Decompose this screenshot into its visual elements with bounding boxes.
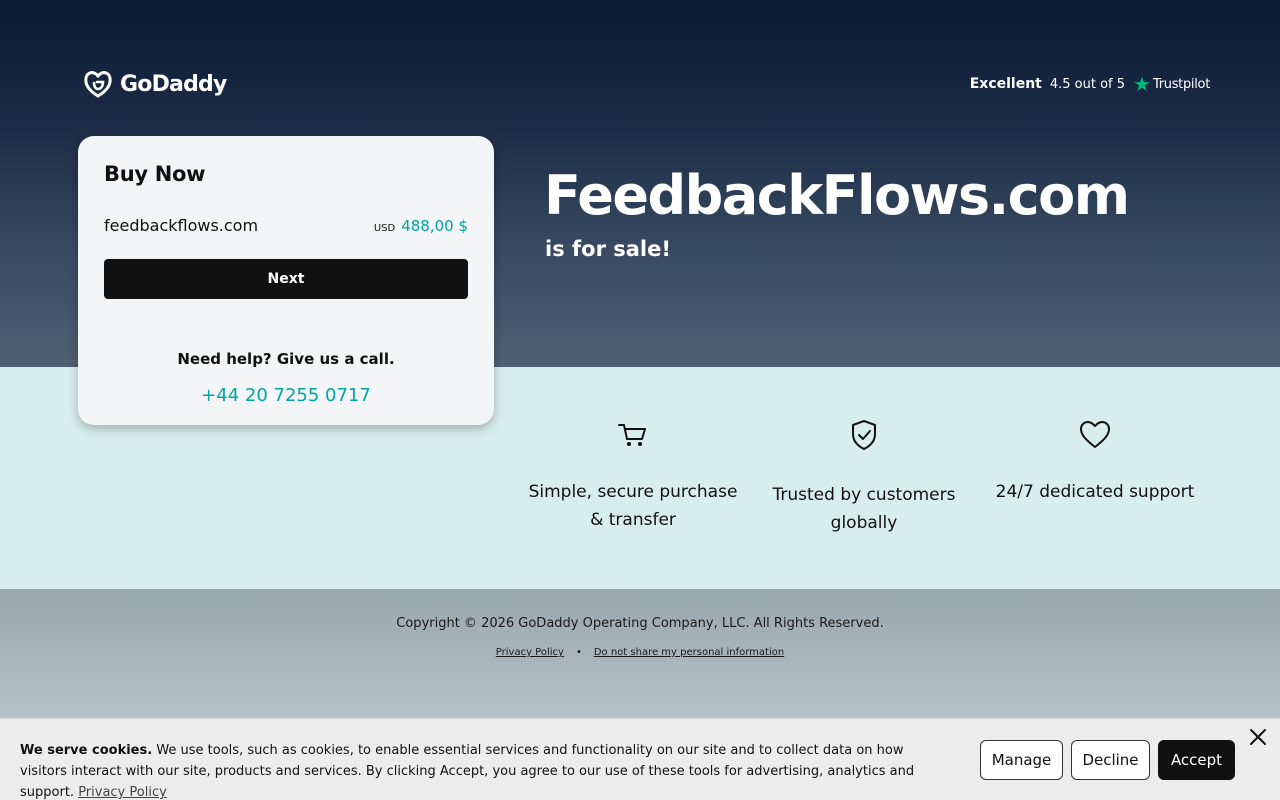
feature-secure: Simple, secure purchase & transfer [523, 418, 743, 534]
domain-name: feedbackflows.com [104, 216, 259, 235]
trustpilot-brand: Trustpilot [1152, 76, 1210, 92]
card-title: Buy Now [104, 162, 206, 186]
price: USD 488,00 $ [374, 217, 468, 235]
next-button[interactable]: Next [104, 259, 468, 299]
link-separator: • [575, 647, 582, 658]
domain-headline: FeedbackFlows.com [544, 164, 1130, 227]
domain-row: feedbackflows.com USD 488,00 $ [104, 216, 468, 235]
feature-text: Simple, secure purchase & transfer [528, 482, 738, 530]
accept-button[interactable]: Accept [1158, 740, 1235, 780]
footer-links: Privacy Policy • Do not share my persona… [0, 647, 1280, 658]
decline-button[interactable]: Decline [1071, 740, 1150, 780]
cookie-heading: We serve cookies. [20, 743, 153, 758]
trust-excellent: Excellent [969, 76, 1042, 92]
cookie-privacy-link[interactable]: Privacy Policy [78, 785, 167, 800]
for-sale-subhead: is for sale! [545, 237, 671, 261]
feature-text: Trusted by customers globally [772, 485, 956, 533]
feature-support: 24/7 dedicated support [985, 418, 1205, 506]
close-icon[interactable] [1248, 727, 1268, 747]
phone-link[interactable]: +44 20 7255 0717 [78, 385, 494, 406]
shield-check-icon [852, 420, 876, 450]
trust-rating: 4.5 out of 5 [1049, 76, 1126, 92]
logo-text: GoDaddy [120, 71, 227, 97]
feature-trusted: Trusted by customers globally [754, 418, 974, 537]
manage-button[interactable]: Manage [980, 740, 1063, 780]
cookie-text: We serve cookies. We use tools, such as … [20, 740, 950, 800]
cart-icon [618, 424, 646, 446]
privacy-policy-link[interactable]: Privacy Policy [496, 647, 564, 658]
help-text: Need help? Give us a call. [177, 350, 395, 368]
heart-icon [1080, 421, 1110, 448]
trustpilot-rating[interactable]: Excellent 4.5 out of 5 ★ Trustpilot [969, 72, 1211, 96]
do-not-share-link[interactable]: Do not share my personal information [594, 647, 784, 658]
feature-text: 24/7 dedicated support [995, 482, 1195, 502]
price-value: 488,00 $ [401, 216, 468, 235]
buy-now-card: Buy Now feedbackflows.com USD 488,00 $ N… [78, 136, 494, 425]
copyright-text: Copyright © 2026 GoDaddy Operating Compa… [396, 616, 884, 631]
godaddy-logo[interactable]: GoDaddy [82, 68, 227, 100]
godaddy-logo-icon [84, 71, 112, 98]
cookie-banner: We serve cookies. We use tools, such as … [0, 718, 1280, 800]
currency-label: USD [373, 222, 396, 234]
star-icon: ★ [1133, 72, 1151, 96]
